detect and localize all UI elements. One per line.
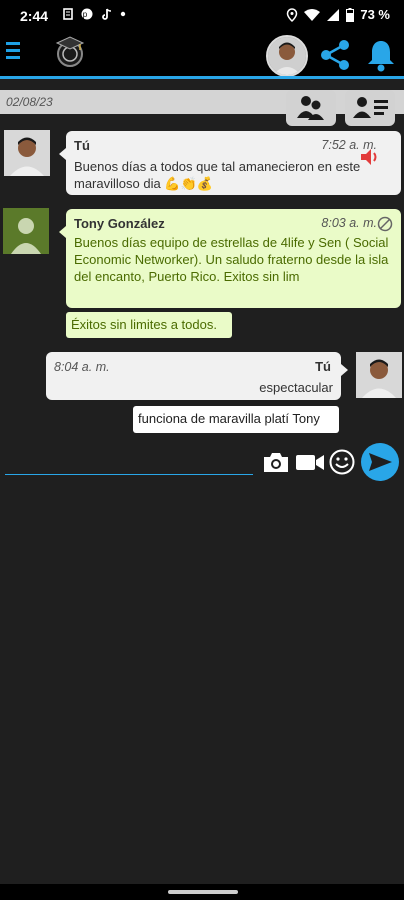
message-reply[interactable]: Éxitos sin limites a todos. bbox=[66, 312, 232, 338]
wifi-icon bbox=[304, 8, 321, 21]
message-text: Buenos días equipo de estrellas de 4life… bbox=[74, 235, 389, 284]
menu-icon[interactable] bbox=[6, 42, 22, 63]
status-notification-icons: p bbox=[62, 8, 126, 23]
status-bar: 2:44 p 73 % bbox=[0, 0, 404, 32]
person-photo-icon bbox=[4, 130, 50, 176]
message-text: espectacular bbox=[259, 380, 333, 395]
message-input[interactable] bbox=[5, 474, 253, 475]
tiktok-icon bbox=[101, 8, 111, 20]
message-reply[interactable]: funciona de maravilla platí Tony bbox=[133, 406, 339, 433]
location-icon bbox=[287, 7, 298, 22]
date-bar: 02/08/23 bbox=[0, 90, 404, 114]
message-avatar bbox=[3, 208, 49, 254]
message-text: Buenos días a todos que tal amanecieron … bbox=[74, 159, 361, 191]
share-icon[interactable] bbox=[318, 38, 352, 72]
message-avatar bbox=[4, 130, 50, 176]
emoji-icon[interactable] bbox=[329, 449, 355, 475]
video-icon[interactable] bbox=[295, 452, 325, 472]
message-bubble[interactable]: Tú 7:52 a. m. Buenos días a todos que ta… bbox=[66, 131, 401, 195]
bubble-tail bbox=[59, 148, 66, 160]
notification-icon bbox=[63, 8, 73, 20]
person-photo-icon bbox=[356, 352, 402, 398]
message-bubble[interactable]: Tony González 8:03 a. m. Buenos días equ… bbox=[66, 209, 401, 308]
user-list-button[interactable] bbox=[345, 90, 395, 126]
home-gesture-pill[interactable] bbox=[168, 890, 238, 894]
group-icon bbox=[297, 96, 324, 120]
message-bubble[interactable]: 8:04 a. m. Tú espectacular bbox=[46, 352, 341, 400]
user-details-icon bbox=[353, 97, 388, 118]
default-avatar-icon bbox=[3, 208, 49, 254]
app-bar bbox=[0, 32, 404, 78]
accent-divider bbox=[0, 76, 404, 79]
person-photo-icon bbox=[268, 37, 306, 75]
send-icon[interactable] bbox=[360, 442, 400, 482]
status-time: 2:44 bbox=[20, 8, 49, 24]
battery-percent: 73 % bbox=[360, 7, 390, 22]
bubble-tail bbox=[341, 364, 348, 376]
graduation-logo bbox=[55, 36, 85, 67]
camera-icon[interactable] bbox=[262, 450, 290, 474]
speaker-icon[interactable] bbox=[359, 147, 381, 167]
dot-icon bbox=[120, 11, 126, 17]
message-avatar bbox=[356, 352, 402, 398]
battery-icon bbox=[346, 7, 355, 22]
date-label: 02/08/23 bbox=[6, 95, 53, 109]
signal-icon bbox=[327, 8, 340, 21]
navigation-bar bbox=[0, 884, 404, 900]
blocked-icon bbox=[377, 216, 393, 232]
message-sender: Tú bbox=[315, 359, 331, 374]
pinterest-icon: p bbox=[81, 8, 93, 20]
profile-avatar[interactable] bbox=[266, 35, 308, 77]
message-time: 8:03 a. m. bbox=[321, 216, 377, 230]
bell-icon[interactable] bbox=[366, 38, 396, 72]
message-time: 8:04 a. m. bbox=[54, 360, 110, 374]
group-members-button[interactable] bbox=[286, 90, 336, 126]
svg-text:p: p bbox=[83, 10, 91, 19]
bubble-tail bbox=[59, 226, 66, 238]
